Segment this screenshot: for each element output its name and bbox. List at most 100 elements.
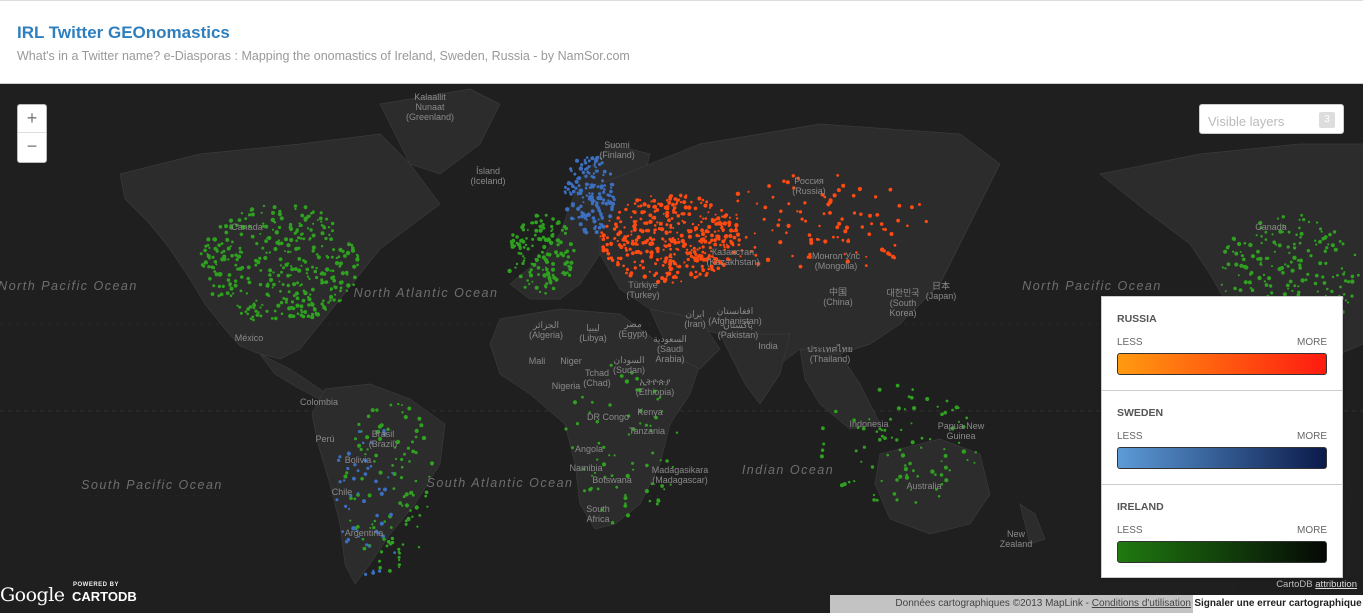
tweet-point — [399, 476, 404, 480]
tweet-point — [282, 297, 286, 300]
tweet-point — [401, 411, 404, 414]
tweet-point — [295, 296, 300, 301]
tweet-point — [663, 259, 668, 264]
tweet-point — [701, 198, 705, 202]
tweet-point — [675, 276, 678, 279]
place-label: Botswana — [592, 475, 632, 485]
tweet-point — [836, 174, 840, 177]
tweet-point — [832, 235, 835, 239]
zoom-out-button[interactable]: − — [18, 133, 46, 161]
tweet-point — [601, 237, 606, 242]
tweet-point — [895, 478, 899, 482]
tweet-point — [872, 498, 876, 502]
powered-by-label: POWERED BY — [73, 582, 120, 588]
tweet-point — [648, 219, 653, 224]
tweet-point — [635, 220, 638, 223]
tweet-point — [581, 170, 585, 175]
tweet-point — [417, 546, 421, 549]
tweet-point — [571, 189, 576, 194]
tweet-point — [700, 201, 703, 205]
tweet-point — [930, 469, 935, 474]
tweet-point — [689, 254, 694, 258]
tweet-point — [631, 239, 634, 242]
tweet-point — [259, 232, 262, 235]
tweet-point — [311, 245, 316, 250]
tweet-point — [534, 285, 539, 290]
tweet-point — [593, 226, 597, 230]
tweet-point — [599, 235, 602, 238]
tweet-point — [936, 405, 939, 408]
tweet-point — [1263, 280, 1267, 283]
tweet-point — [1221, 266, 1224, 269]
visible-layers-selector[interactable]: Visible layers 3 — [1199, 104, 1344, 134]
tweet-point — [1292, 255, 1297, 260]
tweet-point — [513, 244, 516, 248]
tweet-point — [796, 210, 799, 213]
place-label: السعودية (Saudi Arabia) — [653, 334, 687, 364]
tweet-point — [898, 474, 903, 479]
tweet-point — [226, 246, 231, 251]
tweet-point — [822, 212, 826, 216]
terms-link[interactable]: Conditions d'utilisation — [1092, 598, 1191, 609]
tweet-point — [206, 237, 211, 242]
zoom-in-button[interactable]: + — [18, 105, 46, 133]
tweet-point — [671, 275, 676, 279]
tweet-point — [669, 223, 673, 227]
tweet-point — [1264, 283, 1269, 287]
tweet-point — [613, 454, 616, 457]
tweet-point — [602, 190, 606, 194]
attribution-link[interactable]: attribution — [1315, 579, 1357, 590]
zoom-control: + − — [17, 104, 47, 163]
tweet-point — [1256, 249, 1260, 254]
report-map-error-link[interactable]: Signaler une erreur cartographique — [1193, 595, 1363, 613]
tweet-point — [1330, 289, 1334, 294]
legend-title: IRELAND — [1117, 501, 1164, 513]
tweet-point — [605, 242, 609, 247]
tweet-point — [206, 253, 209, 256]
tweet-point — [674, 211, 678, 214]
tweet-point — [688, 229, 693, 234]
tweet-point — [259, 269, 263, 272]
tweet-point — [572, 400, 578, 405]
place-label: Argentina — [344, 528, 384, 538]
tweet-point — [652, 215, 657, 220]
tweet-point — [625, 267, 630, 272]
tweet-point — [631, 461, 634, 465]
tweet-point — [570, 216, 574, 221]
tweet-point — [538, 290, 542, 294]
map-canvas[interactable]: North Pacific Ocean North Atlantic Ocean… — [0, 84, 1363, 613]
tweet-point — [1290, 268, 1295, 273]
tweet-point — [847, 480, 851, 484]
tweet-point — [681, 212, 686, 216]
tweet-point — [625, 253, 630, 257]
tweet-point — [1317, 241, 1321, 244]
map-attribution-bar: Données cartographiques ©2013 MapLink - … — [830, 595, 1363, 613]
tweet-point — [583, 158, 587, 162]
tweet-point — [575, 158, 579, 163]
tweet-point — [724, 234, 728, 238]
tweet-point — [1350, 274, 1355, 279]
tweet-point — [682, 242, 687, 247]
tweet-point — [258, 282, 263, 287]
tweet-point — [641, 241, 645, 245]
tweet-point — [668, 254, 672, 258]
tweet-point — [411, 449, 416, 454]
tweet-point — [906, 224, 909, 228]
tweet-point — [306, 214, 310, 219]
tweet-point — [1242, 257, 1246, 262]
tweet-point — [689, 244, 692, 248]
tweet-point — [681, 219, 684, 222]
tweet-point — [675, 201, 678, 204]
tweet-point — [213, 260, 218, 264]
tweet-point — [388, 569, 392, 573]
tweet-point — [269, 277, 274, 283]
tweet-point — [943, 410, 947, 415]
tweet-point — [311, 233, 316, 238]
tweet-point — [934, 473, 937, 476]
place-label: Brasil (Brazil) — [368, 429, 398, 449]
tweet-point — [270, 317, 274, 320]
tweet-point — [531, 280, 534, 283]
tweet-point — [361, 537, 365, 541]
tweet-point — [594, 230, 599, 235]
tweet-point — [566, 187, 570, 191]
